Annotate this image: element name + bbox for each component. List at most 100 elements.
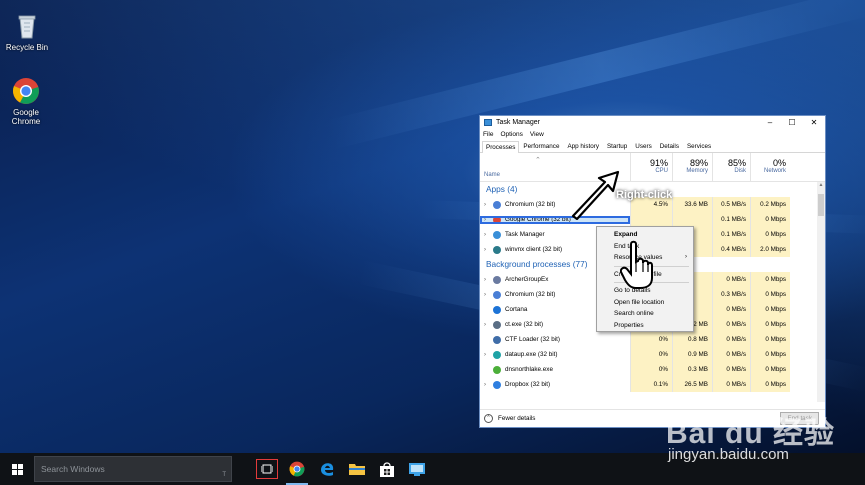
scrollbar-thumb[interactable] [818, 194, 824, 216]
process-name-cell: CTF Loader (32 bit) [480, 335, 630, 344]
desktop-icon-chrome[interactable]: Google Chrome [1, 77, 51, 126]
menu-file[interactable]: File [483, 131, 493, 138]
watermark-url: jingyan.baidu.com [668, 446, 789, 463]
tab-app-history[interactable]: App history [563, 140, 603, 152]
close-button[interactable]: ✕ [803, 118, 825, 127]
search-placeholder: Search Windows [41, 464, 105, 474]
scroll-up-icon[interactable]: ▲ [817, 182, 825, 188]
leaf-icon [493, 365, 501, 374]
table-row[interactable]: › Google Chrome (32 bit) 0.1 MB/s 0 Mbps [480, 212, 825, 227]
table-row[interactable]: › Dropbox (32 bit) 0.1% 26.5 MB 0 MB/s 0… [480, 377, 825, 392]
network-cell: 0 Mbps [750, 317, 790, 332]
chevron-up-icon[interactable]: ⌃ [484, 414, 493, 423]
taskbar-chrome[interactable] [282, 453, 312, 485]
process-name-cell: dnsnorthlake.exe [480, 365, 630, 374]
edge-icon [321, 463, 334, 476]
menu-item-expand[interactable]: Expand [597, 229, 693, 241]
windows-logo-icon [11, 463, 23, 475]
taskbar-edge[interactable] [312, 453, 342, 485]
memory-cell [672, 212, 712, 227]
network-cell: 0 Mbps [750, 287, 790, 302]
chevron-right-icon[interactable]: › [484, 322, 493, 328]
chevron-right-icon[interactable]: › [484, 352, 493, 358]
column-disk[interactable]: 85% Disk [712, 153, 750, 181]
dataup-icon [493, 350, 501, 359]
tab-services[interactable]: Services [683, 140, 715, 152]
chrome-icon [289, 461, 305, 477]
hand-cursor-icon [620, 240, 653, 289]
tab-processes[interactable]: Processes [482, 141, 520, 153]
disk-cell: 0 MB/s [712, 362, 750, 377]
title-bar[interactable]: Task Manager – ☐ ✕ [480, 116, 825, 129]
disk-cell: 0.1 MB/s [712, 227, 750, 242]
chevron-right-icon[interactable]: › [484, 247, 493, 253]
network-cell: 0 Mbps [750, 377, 790, 392]
task-view-icon [256, 459, 278, 479]
network-cell: 0 Mbps [750, 212, 790, 227]
disk-cell: 0 MB/s [712, 332, 750, 347]
menu-item-open-file-location[interactable]: Open file location [597, 297, 693, 309]
table-row[interactable]: dnsnorthlake.exe 0% 0.3 MB 0 MB/s 0 Mbps [480, 362, 825, 377]
table-row[interactable]: › dataup.exe (32 bit) 0% 0.9 MB 0 MB/s 0… [480, 347, 825, 362]
taskbar-store[interactable] [372, 453, 402, 485]
menu-item-search-online[interactable]: Search online [597, 308, 693, 320]
chevron-right-icon[interactable]: › [484, 202, 493, 208]
cpu-cell [630, 212, 672, 227]
chevron-right-icon[interactable]: › [484, 232, 493, 238]
memory-cell: 33.6 MB [672, 197, 712, 212]
ctf-icon [493, 335, 501, 344]
disk-cell: 0 MB/s [712, 377, 750, 392]
search-input[interactable]: Search Windows T [34, 456, 232, 482]
process-name-cell: › Dropbox (32 bit) [484, 380, 551, 389]
chromium-icon [493, 290, 501, 299]
remote-desktop-icon [409, 462, 425, 476]
column-network[interactable]: 0% Network [750, 153, 790, 181]
task-manager-icon [484, 119, 492, 126]
column-header: ⌃ Name 91% CPU 89% Memory 85% Disk 0% Ne… [480, 153, 825, 182]
fewer-details-link[interactable]: Fewer details [498, 415, 535, 422]
network-cell: 0 Mbps [750, 272, 790, 287]
column-cpu[interactable]: 91% CPU [630, 153, 672, 181]
chevron-right-icon[interactable]: › [484, 217, 493, 223]
network-cell: 0 Mbps [750, 227, 790, 242]
desktop-icon-recycle-bin[interactable]: Recycle Bin [2, 12, 52, 52]
chevron-right-icon[interactable]: › [484, 382, 493, 388]
task-manager-icon [493, 230, 501, 239]
disk-cell: 0.3 MB/s [712, 287, 750, 302]
recycle-bin-icon [13, 12, 41, 40]
taskbar-remote-app[interactable] [402, 453, 432, 485]
menu-item-properties[interactable]: Properties [597, 320, 693, 332]
cortana-icon [493, 305, 501, 314]
chevron-right-icon[interactable]: › [484, 277, 493, 283]
tab-performance[interactable]: Performance [519, 140, 563, 152]
disk-cell: 0.5 MB/s [712, 197, 750, 212]
menu-bar: File Options View [480, 129, 825, 140]
table-row[interactable]: CTF Loader (32 bit) 0% 0.8 MB 0 MB/s 0 M… [480, 332, 825, 347]
tab-startup[interactable]: Startup [603, 140, 631, 152]
chevron-right-icon[interactable]: › [484, 292, 493, 298]
disk-cell: 0.1 MB/s [712, 212, 750, 227]
maximize-button[interactable]: ☐ [781, 118, 803, 127]
store-icon [380, 461, 394, 477]
task-view-button[interactable] [252, 453, 282, 485]
cpu-cell: 0% [630, 362, 672, 377]
minimize-button[interactable]: – [759, 118, 781, 127]
scrollbar[interactable]: ▲ [817, 182, 825, 402]
menu-view[interactable]: View [530, 131, 544, 138]
tab-details[interactable]: Details [656, 140, 683, 152]
tab-users[interactable]: Users [631, 140, 655, 152]
memory-cell: 0.3 MB [672, 362, 712, 377]
chrome-icon [493, 215, 501, 224]
sort-chevron-icon: ⌃ [535, 157, 541, 164]
start-button[interactable] [0, 453, 34, 485]
network-cell: 0 Mbps [750, 332, 790, 347]
column-memory[interactable]: 89% Memory [672, 153, 712, 181]
tab-strip: Processes Performance App history Startu… [480, 140, 825, 153]
menu-options[interactable]: Options [500, 131, 522, 138]
exe-icon [493, 320, 501, 329]
desktop-icon-label: Recycle Bin [5, 43, 49, 52]
process-name-cell: › dataup.exe (32 bit) [484, 350, 558, 359]
pointer-arrow-icon [571, 170, 620, 220]
taskbar-file-explorer[interactable] [342, 453, 372, 485]
cpu-cell: 0% [630, 332, 672, 347]
